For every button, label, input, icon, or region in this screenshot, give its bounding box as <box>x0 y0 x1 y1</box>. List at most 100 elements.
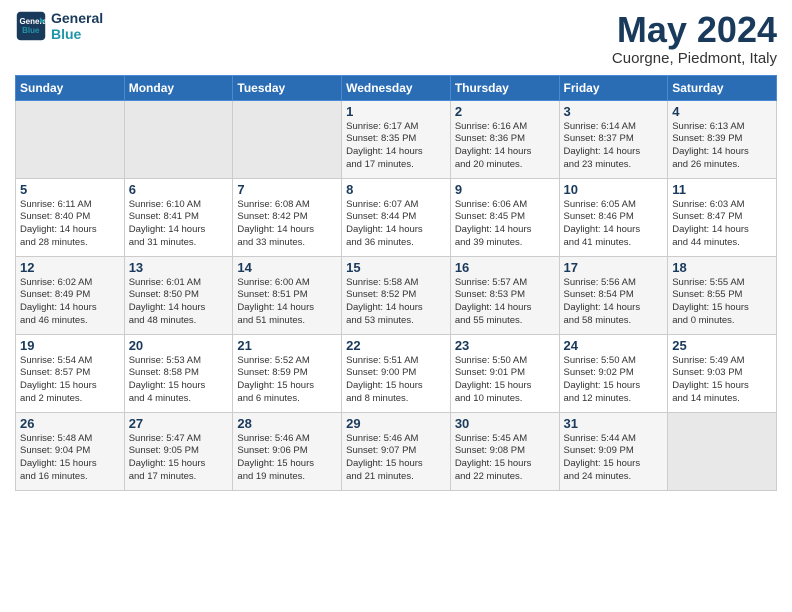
day-info: Sunrise: 5:46 AM Sunset: 9:06 PM Dayligh… <box>237 433 337 484</box>
day-info: Sunrise: 6:13 AM Sunset: 8:39 PM Dayligh… <box>672 121 772 172</box>
day-info: Sunrise: 6:16 AM Sunset: 8:36 PM Dayligh… <box>455 121 555 172</box>
day-info: Sunrise: 6:01 AM Sunset: 8:50 PM Dayligh… <box>129 277 229 328</box>
day-number: 22 <box>346 338 446 353</box>
logo-text-line1: General <box>51 10 103 26</box>
calendar-cell <box>16 100 125 178</box>
day-number: 5 <box>20 182 120 197</box>
calendar-cell: 14 Sunrise: 6:00 AM Sunset: 8:51 PM Dayli… <box>233 256 342 334</box>
calendar-cell: 8 Sunrise: 6:07 AM Sunset: 8:44 PM Daylig… <box>342 178 451 256</box>
logo-icon: General Blue <box>15 10 47 42</box>
day-info: Sunrise: 5:46 AM Sunset: 9:07 PM Dayligh… <box>346 433 446 484</box>
week-row-3: 12 Sunrise: 6:02 AM Sunset: 8:49 PM Dayli… <box>16 256 777 334</box>
header-tuesday: Tuesday <box>233 75 342 100</box>
header-row: SundayMondayTuesdayWednesdayThursdayFrid… <box>16 75 777 100</box>
calendar-cell: 12 Sunrise: 6:02 AM Sunset: 8:49 PM Dayli… <box>16 256 125 334</box>
day-info: Sunrise: 5:53 AM Sunset: 8:58 PM Dayligh… <box>129 355 229 406</box>
calendar-cell: 11 Sunrise: 6:03 AM Sunset: 8:47 PM Dayli… <box>668 178 777 256</box>
day-number: 19 <box>20 338 120 353</box>
day-info: Sunrise: 6:05 AM Sunset: 8:46 PM Dayligh… <box>564 199 664 250</box>
day-number: 29 <box>346 416 446 431</box>
calendar-cell: 9Sunrise: 6:06 AM Sunset: 8:45 PM Daylig… <box>450 178 559 256</box>
calendar-cell: 13 Sunrise: 6:01 AM Sunset: 8:50 PM Dayli… <box>124 256 233 334</box>
calendar-cell <box>668 412 777 490</box>
day-number: 12 <box>20 260 120 275</box>
location-subtitle: Cuorgne, Piedmont, Italy <box>612 50 777 67</box>
day-info: Sunrise: 5:52 AM Sunset: 8:59 PM Dayligh… <box>237 355 337 406</box>
day-number: 17 <box>564 260 664 275</box>
day-number: 16 <box>455 260 555 275</box>
day-info: Sunrise: 5:47 AM Sunset: 9:05 PM Dayligh… <box>129 433 229 484</box>
calendar-cell: 3Sunrise: 6:14 AM Sunset: 8:37 PM Daylig… <box>559 100 668 178</box>
day-number: 28 <box>237 416 337 431</box>
day-number: 2 <box>455 104 555 119</box>
calendar-cell: 27 Sunrise: 5:47 AM Sunset: 9:05 PM Dayli… <box>124 412 233 490</box>
header-friday: Friday <box>559 75 668 100</box>
week-row-4: 19Sunrise: 5:54 AM Sunset: 8:57 PM Dayli… <box>16 334 777 412</box>
day-number: 30 <box>455 416 555 431</box>
day-info: Sunrise: 5:56 AM Sunset: 8:54 PM Dayligh… <box>564 277 664 328</box>
page-header: General Blue General Blue May 2024 Cuorg… <box>15 10 777 67</box>
day-info: Sunrise: 6:06 AM Sunset: 8:45 PM Dayligh… <box>455 199 555 250</box>
day-info: Sunrise: 5:58 AM Sunset: 8:52 PM Dayligh… <box>346 277 446 328</box>
day-number: 20 <box>129 338 229 353</box>
calendar-cell: 21Sunrise: 5:52 AM Sunset: 8:59 PM Dayli… <box>233 334 342 412</box>
day-info: Sunrise: 6:14 AM Sunset: 8:37 PM Dayligh… <box>564 121 664 172</box>
day-number: 23 <box>455 338 555 353</box>
header-thursday: Thursday <box>450 75 559 100</box>
day-info: Sunrise: 5:44 AM Sunset: 9:09 PM Dayligh… <box>564 433 664 484</box>
day-info: Sunrise: 6:07 AM Sunset: 8:44 PM Dayligh… <box>346 199 446 250</box>
day-number: 26 <box>20 416 120 431</box>
calendar-cell: 31 Sunrise: 5:44 AM Sunset: 9:09 PM Dayli… <box>559 412 668 490</box>
header-wednesday: Wednesday <box>342 75 451 100</box>
day-number: 6 <box>129 182 229 197</box>
calendar-cell: 25Sunrise: 5:49 AM Sunset: 9:03 PM Dayli… <box>668 334 777 412</box>
day-info: Sunrise: 5:57 AM Sunset: 8:53 PM Dayligh… <box>455 277 555 328</box>
day-number: 18 <box>672 260 772 275</box>
day-info: Sunrise: 6:11 AM Sunset: 8:40 PM Dayligh… <box>20 199 120 250</box>
calendar-cell: 19Sunrise: 5:54 AM Sunset: 8:57 PM Dayli… <box>16 334 125 412</box>
calendar-cell: 24Sunrise: 5:50 AM Sunset: 9:02 PM Dayli… <box>559 334 668 412</box>
calendar-cell: 17 Sunrise: 5:56 AM Sunset: 8:54 PM Dayli… <box>559 256 668 334</box>
week-row-1: 1 Sunrise: 6:17 AM Sunset: 8:35 PM Daylig… <box>16 100 777 178</box>
day-info: Sunrise: 6:00 AM Sunset: 8:51 PM Dayligh… <box>237 277 337 328</box>
calendar-cell: 2 Sunrise: 6:16 AM Sunset: 8:36 PM Daylig… <box>450 100 559 178</box>
day-info: Sunrise: 5:48 AM Sunset: 9:04 PM Dayligh… <box>20 433 120 484</box>
calendar-cell: 18Sunrise: 5:55 AM Sunset: 8:55 PM Dayli… <box>668 256 777 334</box>
day-info: Sunrise: 5:45 AM Sunset: 9:08 PM Dayligh… <box>455 433 555 484</box>
calendar-cell: 23 Sunrise: 5:50 AM Sunset: 9:01 PM Dayli… <box>450 334 559 412</box>
calendar-cell: 22 Sunrise: 5:51 AM Sunset: 9:00 PM Dayli… <box>342 334 451 412</box>
calendar-cell: 1 Sunrise: 6:17 AM Sunset: 8:35 PM Daylig… <box>342 100 451 178</box>
day-info: Sunrise: 5:49 AM Sunset: 9:03 PM Dayligh… <box>672 355 772 406</box>
calendar-cell: 6 Sunrise: 6:10 AM Sunset: 8:41 PM Daylig… <box>124 178 233 256</box>
day-info: Sunrise: 5:50 AM Sunset: 9:01 PM Dayligh… <box>455 355 555 406</box>
calendar-cell: 7Sunrise: 6:08 AM Sunset: 8:42 PM Daylig… <box>233 178 342 256</box>
calendar-cell: 10Sunrise: 6:05 AM Sunset: 8:46 PM Dayli… <box>559 178 668 256</box>
day-info: Sunrise: 6:17 AM Sunset: 8:35 PM Dayligh… <box>346 121 446 172</box>
calendar-cell: 5 Sunrise: 6:11 AM Sunset: 8:40 PM Daylig… <box>16 178 125 256</box>
calendar-cell: 26 Sunrise: 5:48 AM Sunset: 9:04 PM Dayli… <box>16 412 125 490</box>
day-number: 31 <box>564 416 664 431</box>
calendar-cell: 29 Sunrise: 5:46 AM Sunset: 9:07 PM Dayli… <box>342 412 451 490</box>
day-number: 11 <box>672 182 772 197</box>
day-number: 8 <box>346 182 446 197</box>
day-number: 14 <box>237 260 337 275</box>
day-info: Sunrise: 6:03 AM Sunset: 8:47 PM Dayligh… <box>672 199 772 250</box>
logo: General Blue General Blue <box>15 10 103 42</box>
day-number: 24 <box>564 338 664 353</box>
day-info: Sunrise: 5:51 AM Sunset: 9:00 PM Dayligh… <box>346 355 446 406</box>
week-row-2: 5 Sunrise: 6:11 AM Sunset: 8:40 PM Daylig… <box>16 178 777 256</box>
title-block: May 2024 Cuorgne, Piedmont, Italy <box>612 10 777 67</box>
calendar-body: 1 Sunrise: 6:17 AM Sunset: 8:35 PM Daylig… <box>16 100 777 490</box>
day-number: 27 <box>129 416 229 431</box>
month-title: May 2024 <box>612 10 777 50</box>
svg-text:Blue: Blue <box>22 26 40 35</box>
day-info: Sunrise: 6:02 AM Sunset: 8:49 PM Dayligh… <box>20 277 120 328</box>
day-number: 1 <box>346 104 446 119</box>
calendar-cell: 16 Sunrise: 5:57 AM Sunset: 8:53 PM Dayli… <box>450 256 559 334</box>
calendar-cell <box>124 100 233 178</box>
day-info: Sunrise: 6:10 AM Sunset: 8:41 PM Dayligh… <box>129 199 229 250</box>
header-saturday: Saturday <box>668 75 777 100</box>
calendar-cell: 15Sunrise: 5:58 AM Sunset: 8:52 PM Dayli… <box>342 256 451 334</box>
calendar-cell: 28 Sunrise: 5:46 AM Sunset: 9:06 PM Dayli… <box>233 412 342 490</box>
day-number: 13 <box>129 260 229 275</box>
